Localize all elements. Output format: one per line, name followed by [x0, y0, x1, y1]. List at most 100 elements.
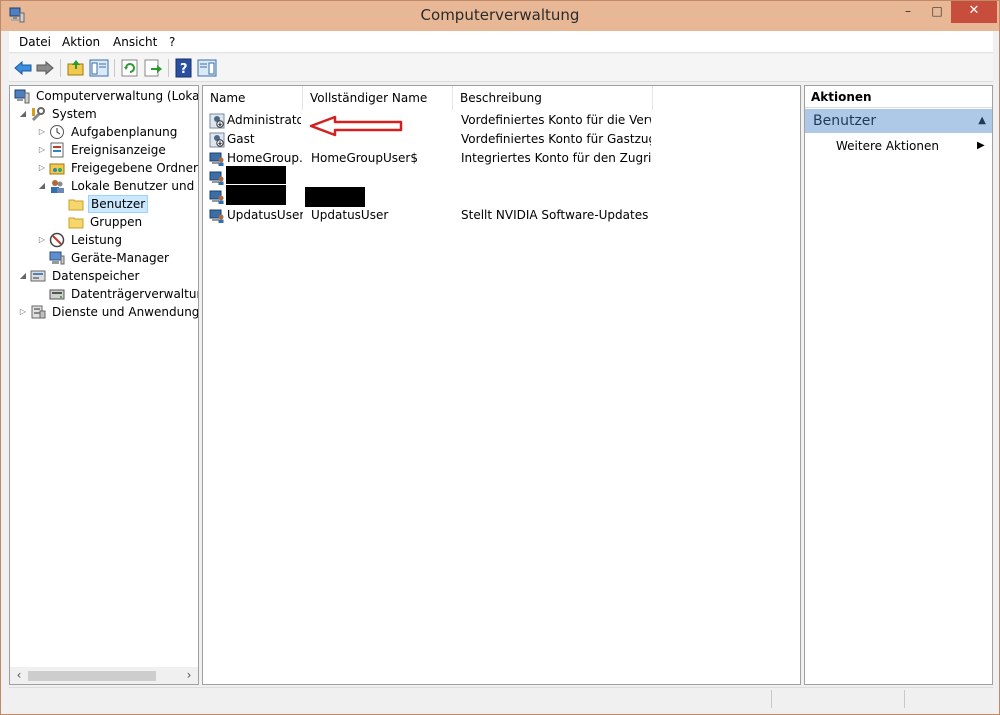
tree-item-label: Benutzer [88, 195, 149, 213]
tree-item-label: Datenträgerverwaltung [71, 287, 199, 301]
cell-description: Vordefiniertes Konto für die Verw... [461, 113, 651, 127]
table-row[interactable] [203, 185, 800, 207]
tree-item-label: Ereignisanzeige [71, 143, 166, 157]
computer-icon [14, 89, 30, 104]
show-hide-action-pane-icon[interactable] [197, 58, 217, 78]
forward-arrow-icon[interactable] [35, 58, 55, 78]
tree-expander[interactable]: ◢ [18, 105, 28, 123]
tree-item-label: Lokale Benutzer und Gr [71, 179, 199, 193]
scrollbar-thumb[interactable] [28, 671, 156, 681]
tree-item-label: Geräte-Manager [71, 251, 169, 265]
cell-fullname: UpdatusUser [311, 208, 389, 222]
column-header-description[interactable]: Beschreibung [453, 86, 653, 110]
user-icon [209, 190, 224, 204]
maximize-button[interactable]: □ [923, 1, 951, 23]
tree-expander[interactable]: ▷ [37, 141, 47, 159]
back-arrow-icon[interactable] [13, 58, 33, 78]
folder-icon [68, 199, 84, 211]
menu-datei[interactable]: Datei [19, 35, 51, 49]
user-icon [209, 209, 224, 223]
performance-icon [49, 232, 65, 248]
tree-expander[interactable]: ▷ [37, 231, 47, 249]
event-viewer-icon [50, 142, 64, 158]
title-bar[interactable]: Computerverwaltung – □ ✕ [1, 1, 999, 31]
tree-expander[interactable]: ◢ [18, 267, 28, 285]
actions-section-benutzer[interactable]: Benutzer ▲ [805, 109, 992, 133]
disabled-user-icon [209, 113, 225, 129]
tree-item-label: Leistung [71, 233, 122, 247]
menu-help[interactable]: ? [169, 35, 175, 49]
table-row[interactable]: HomeGroup... HomeGroupUser$ Integriertes… [203, 149, 800, 168]
table-row[interactable]: Administrator Vordefiniertes Konto für d… [203, 111, 800, 130]
submenu-arrow-icon[interactable]: ▶ [977, 138, 985, 154]
app-window: Computerverwaltung – □ ✕ Datei Aktion An… [0, 0, 1000, 715]
menu-bar: Datei Aktion Ansicht ? [9, 31, 993, 53]
minimize-button[interactable]: – [893, 1, 923, 23]
tree-item-label: Aufgabenplanung [71, 125, 178, 139]
close-button[interactable]: ✕ [951, 1, 997, 23]
table-row[interactable]: UpdatusUser UpdatusUser Stellt NVIDIA So… [203, 206, 800, 225]
folder-icon [68, 217, 84, 229]
tree-expander[interactable]: ▷ [37, 159, 47, 177]
disabled-user-icon [209, 132, 225, 148]
shared-folder-icon [49, 163, 65, 175]
tools-icon [31, 107, 45, 122]
refresh-icon[interactable] [120, 58, 140, 78]
show-hide-tree-icon[interactable] [89, 58, 109, 78]
redacted-name [226, 166, 286, 184]
tree-expander[interactable]: ▷ [37, 123, 47, 141]
status-separator [904, 690, 905, 708]
tree-item-label: Dienste und Anwendungen [52, 305, 199, 319]
device-manager-icon [49, 251, 65, 265]
actions-pane: Aktionen Benutzer ▲ Weitere Aktionen ▶ [804, 85, 993, 685]
actions-header: Aktionen [805, 86, 992, 108]
cell-name: Gast [227, 132, 255, 146]
export-list-icon[interactable] [143, 58, 163, 78]
toolbar: ? [9, 54, 993, 82]
storage-icon [30, 270, 46, 282]
table-row[interactable]: Gast Vordefiniertes Konto für Gastzugri.… [203, 130, 800, 149]
red-arrow-annotation [309, 115, 403, 137]
column-header-name[interactable]: Name [203, 86, 303, 110]
tree-item-label: System [52, 107, 97, 121]
toolbar-separator [168, 59, 169, 77]
redacted-name [226, 185, 286, 205]
cell-description: Stellt NVIDIA Software-Updates b... [461, 208, 651, 222]
tree-item-label: Computerverwaltung (Lokal) [36, 89, 199, 103]
clock-icon [50, 125, 64, 139]
action-weitere-aktionen[interactable]: Weitere Aktionen [836, 138, 939, 154]
user-icon [209, 171, 224, 185]
menu-aktion[interactable]: Aktion [62, 35, 100, 49]
console-tree[interactable]: Computerverwaltung (Lokal) ◢ System ▷ Au… [9, 85, 199, 685]
cell-description: Integriertes Konto für den Zugriff ... [461, 151, 651, 165]
tree-horizontal-scrollbar[interactable]: ‹ › [10, 667, 198, 684]
status-separator [771, 690, 772, 708]
help-icon[interactable]: ? [174, 58, 194, 78]
disk-icon [49, 289, 65, 300]
tree-expander[interactable]: ▷ [18, 303, 28, 321]
result-list[interactable]: Name Vollständiger Name Beschreibung Adm… [202, 85, 801, 685]
services-icon [31, 305, 46, 319]
status-bar [9, 687, 993, 709]
collapse-up-icon[interactable]: ▲ [978, 109, 986, 133]
actions-section-label: Benutzer [813, 113, 877, 129]
menu-ansicht[interactable]: Ansicht [113, 35, 157, 49]
svg-text:?: ? [180, 62, 188, 77]
tree-expander[interactable]: ◢ [37, 177, 47, 195]
table-row[interactable] [203, 166, 800, 187]
window-title: Computerverwaltung [420, 6, 580, 24]
toolbar-separator [114, 59, 115, 77]
tree-item-label: Gruppen [90, 215, 143, 229]
cell-description: Vordefiniertes Konto für Gastzugri... [461, 132, 651, 146]
column-header-fullname[interactable]: Vollständiger Name [303, 86, 453, 110]
scroll-right-arrow-icon[interactable]: › [182, 668, 196, 682]
tree-item-label: Datenspeicher [52, 269, 140, 283]
up-folder-icon[interactable] [66, 58, 86, 78]
user-icon [209, 152, 224, 166]
cell-name: UpdatusUser [227, 208, 303, 222]
scroll-left-arrow-icon[interactable]: ‹ [12, 668, 26, 682]
redacted-fullname [305, 187, 365, 207]
cell-name: Administrator [227, 113, 301, 127]
toolbar-separator [60, 59, 61, 77]
cell-fullname: HomeGroupUser$ [311, 151, 418, 165]
